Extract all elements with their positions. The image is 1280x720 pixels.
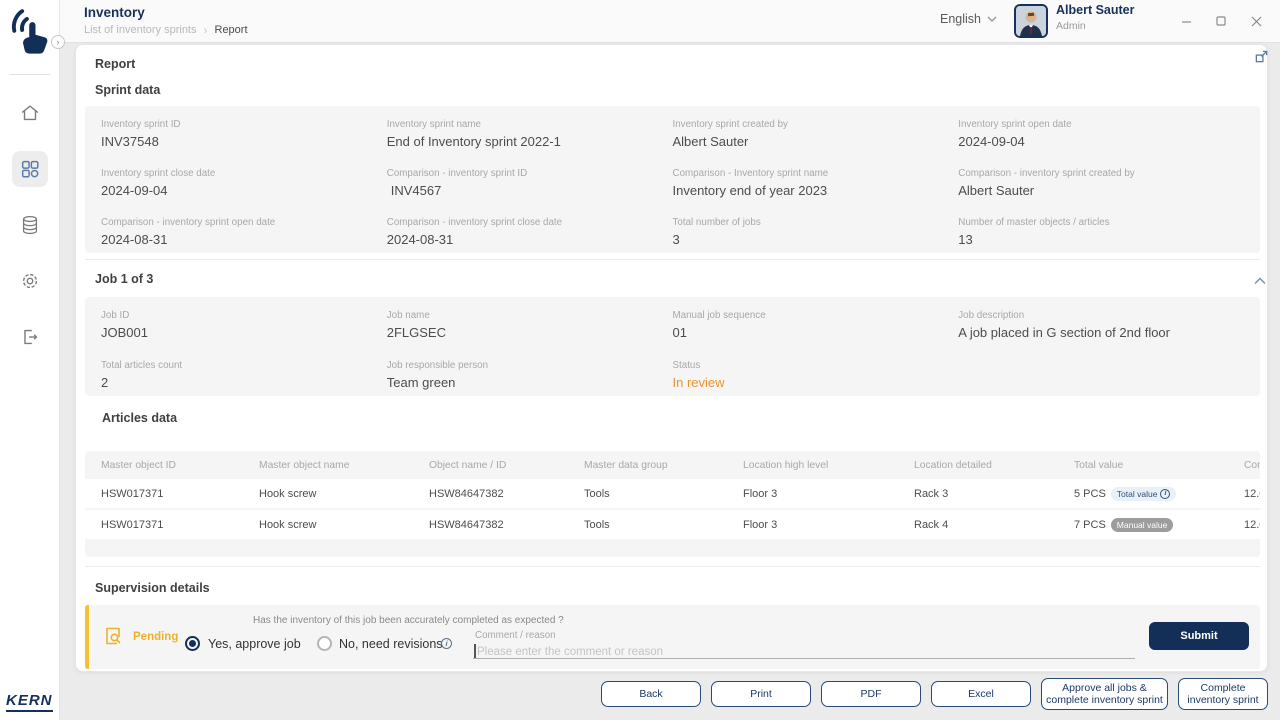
database-icon (19, 214, 41, 236)
dashboard-grid-icon (19, 158, 41, 180)
field-inventory-sprint-id: Inventory sprint IDINV37548 (101, 119, 387, 155)
field-job-status: StatusIn review (673, 360, 959, 397)
field-job-id: Job IDJOB001 (101, 310, 387, 347)
field-total-number-of-jobs: Total number of jobs3 (673, 217, 959, 253)
app-logo-touch-icon (8, 4, 52, 56)
pending-status-label: Pending (133, 631, 178, 643)
field-job-description: Job descriptionA job placed in G section… (958, 310, 1244, 347)
user-role: Admin (1056, 20, 1086, 32)
complete-sprint-button[interactable]: Complete inventory sprint (1178, 678, 1268, 710)
field-comparison-sprint-created-by: Comparison - inventory sprint created by… (958, 168, 1244, 204)
pending-review-icon (103, 626, 123, 646)
language-label: English (940, 12, 981, 26)
field-comparison-sprint-name: Comparison - Inventory sprint nameInvent… (673, 168, 959, 204)
job-collapse-button[interactable] (1252, 273, 1268, 289)
section-divider (85, 259, 1260, 260)
table-row: HSW017371 Hook screw HSW84647382 Tools F… (85, 479, 1260, 508)
col-comparison-truncated: Com (1244, 460, 1260, 471)
avatar[interactable] (1014, 4, 1048, 38)
col-master-object-name: Master object name (259, 460, 429, 471)
supervision-heading: Supervision details (95, 581, 210, 595)
table-row: HSW017371 Hook screw HSW84647382 Tools F… (85, 510, 1260, 539)
field-manual-job-sequence: Manual job sequence01 (673, 310, 959, 347)
sidebar-item-settings[interactable] (19, 270, 41, 292)
field-job-responsible-person: Job responsible personTeam green (387, 360, 673, 397)
info-icon[interactable]: i (441, 638, 452, 649)
job-data-panel: Job IDJOB001 Job name2FLGSEC Manual job … (85, 297, 1260, 396)
col-location-high-level: Location high level (743, 460, 914, 471)
submit-button[interactable]: Submit (1149, 622, 1249, 650)
logout-icon (19, 326, 41, 348)
back-button[interactable]: Back (601, 681, 701, 707)
excel-button[interactable]: Excel (931, 681, 1031, 707)
user-name: Albert Sauter (1056, 3, 1135, 17)
section-divider (85, 566, 1260, 567)
report-heading: Report (95, 57, 135, 71)
sidebar-item-home[interactable] (19, 102, 41, 124)
col-master-object-id: Master object ID (101, 460, 259, 471)
pdf-button[interactable]: PDF (821, 681, 921, 707)
sprint-data-heading: Sprint data (95, 83, 160, 97)
col-object-name-id: Object name / ID (429, 460, 584, 471)
approve-all-jobs-button[interactable]: Approve all jobs & complete inventory sp… (1041, 678, 1168, 710)
comment-input[interactable] (473, 644, 1135, 660)
field-number-of-master-objects: Number of master objects / articles13 (958, 217, 1244, 253)
total-value-badge[interactable]: Total value i (1111, 487, 1177, 501)
col-master-data-group: Master data group (584, 460, 743, 471)
field-comparison-sprint-open-date: Comparison - inventory sprint open date2… (101, 217, 387, 253)
text-cursor (474, 644, 476, 658)
articles-data-heading: Articles data (102, 411, 177, 425)
job-heading: Job 1 of 3 (95, 272, 153, 286)
chevron-down-icon (987, 16, 997, 22)
print-button[interactable]: Print (711, 681, 811, 707)
breadcrumb-parent[interactable]: List of inventory sprints (84, 24, 197, 36)
breadcrumb-current: Report (215, 24, 248, 36)
page-title: Inventory (84, 5, 145, 20)
field-inventory-sprint-created-by: Inventory sprint created byAlbert Sauter (673, 119, 959, 155)
field-comparison-sprint-close-date: Comparison - inventory sprint close date… (387, 217, 673, 253)
comment-field-wrap (473, 642, 1135, 659)
radio-yes-approve[interactable] (185, 636, 200, 651)
articles-table: Master object ID Master object name Obje… (85, 451, 1260, 557)
radio-no-label[interactable]: No, need revisions (339, 637, 443, 651)
field-job-name: Job name2FLGSEC (387, 310, 673, 347)
table-header-row: Master object ID Master object name Obje… (85, 451, 1260, 479)
language-selector[interactable]: English (940, 12, 997, 26)
expand-icon[interactable] (1254, 49, 1270, 65)
report-card: Report Sprint data Inventory sprint IDIN… (75, 44, 1268, 672)
field-inventory-sprint-close-date: Inventory sprint close date2024-09-04 (101, 168, 387, 204)
sidebar-item-database[interactable] (19, 214, 41, 236)
col-location-detailed: Location detailed (914, 460, 1074, 471)
sprint-data-panel: Inventory sprint IDINV37548 Inventory sp… (85, 106, 1260, 253)
col-total-value: Total value (1074, 460, 1244, 471)
footer-action-bar: Back Print PDF Excel Approve all jobs & … (601, 678, 1268, 710)
top-bar: Inventory List of inventory sprints › Re… (60, 0, 1280, 43)
window-maximize-button[interactable] (1212, 12, 1230, 30)
gear-icon (19, 270, 41, 292)
kern-brand-logo: KERN (6, 692, 53, 712)
radio-yes-label[interactable]: Yes, approve job (208, 637, 301, 651)
status-badge: In review (673, 375, 959, 390)
window-close-button[interactable] (1247, 12, 1265, 30)
sidebar-expand-button[interactable]: › (51, 35, 65, 49)
breadcrumb-separator: › (204, 23, 208, 37)
window-minimize-button[interactable] (1177, 12, 1195, 30)
info-icon[interactable]: i (1160, 489, 1170, 499)
field-total-articles-count: Total articles count2 (101, 360, 387, 397)
comment-label: Comment / reason (475, 630, 556, 641)
breadcrumb: List of inventory sprints › Report (84, 23, 248, 37)
supervision-panel: Pending Has the inventory of this job be… (85, 605, 1260, 669)
sidebar-item-logout[interactable] (19, 326, 41, 348)
field-inventory-sprint-name: Inventory sprint nameEnd of Inventory sp… (387, 119, 673, 155)
field-inventory-sprint-open-date: Inventory sprint open date2024-09-04 (958, 119, 1244, 155)
home-icon (19, 102, 41, 124)
sidebar: › (0, 0, 60, 720)
field-comparison-sprint-id: Comparison - inventory sprint IDINV4567 (387, 168, 673, 204)
supervision-question: Has the inventory of this job been accur… (253, 615, 564, 626)
manual-value-badge: Manual value (1111, 518, 1174, 532)
sidebar-divider (10, 74, 50, 75)
radio-no-revisions[interactable] (317, 636, 332, 651)
sidebar-item-dashboard[interactable] (12, 151, 48, 187)
